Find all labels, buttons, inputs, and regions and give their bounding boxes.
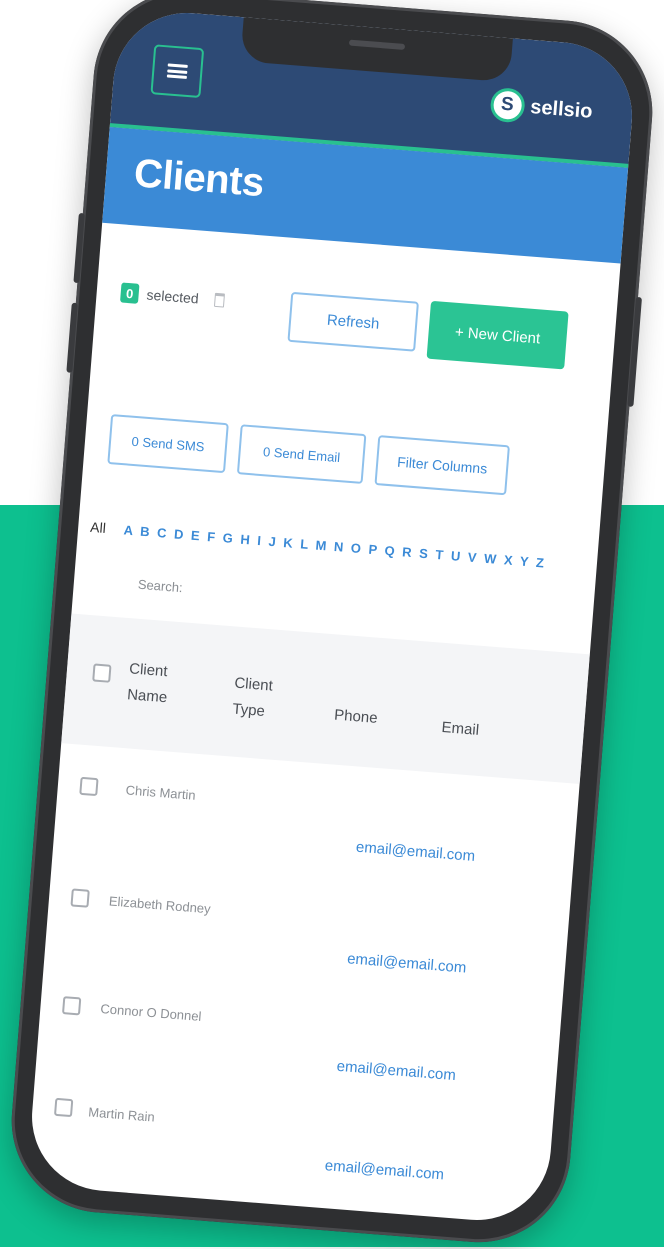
row-checkbox[interactable] [70, 888, 90, 908]
column-header-client-name[interactable]: Client Name [126, 656, 200, 713]
client-name-cell: Elizabeth Rodney [108, 893, 212, 917]
selected-label: selected [146, 286, 200, 307]
column-header-email[interactable]: Email [441, 715, 480, 744]
refresh-button[interactable]: Refresh [287, 291, 419, 352]
alphabet-letters[interactable]: A B C D E F G H I J K L M N O P Q R S T … [123, 522, 546, 570]
selection-indicator: 0 selected [119, 282, 226, 310]
send-sms-button[interactable]: 0 Send SMS [107, 414, 229, 474]
brand-name: sellsio [529, 95, 594, 123]
phone-screen: S sellsio Clients 0 selected Refresh + N… [26, 7, 638, 1226]
email-link[interactable]: email@email.com [347, 950, 467, 976]
alphabet-all-link[interactable]: All [90, 519, 107, 536]
trash-icon[interactable] [214, 292, 226, 308]
hamburger-icon [166, 63, 188, 79]
speaker-grille [348, 39, 406, 50]
selected-count-badge: 0 [119, 282, 140, 304]
select-all-checkbox[interactable] [92, 663, 112, 683]
filter-columns-button[interactable]: Filter Columns [374, 435, 510, 496]
sellsio-logo-icon: S [489, 86, 526, 124]
clients-content: 0 selected Refresh + New Client 0 Send S… [26, 223, 620, 1226]
row-checkbox[interactable] [53, 1097, 74, 1118]
search-label: Search: [137, 576, 184, 596]
phone-mockup: S sellsio Clients 0 selected Refresh + N… [4, 0, 660, 1249]
row-checkbox[interactable] [61, 996, 82, 1016]
alphabet-filter: All A B C D E F G H I J K L M N O P Q R … [90, 519, 547, 571]
email-link[interactable]: email@email.com [324, 1157, 444, 1183]
new-client-button[interactable]: + New Client [426, 300, 569, 370]
table-header: Client Name Client Type Phone Email [61, 613, 590, 784]
page-title: Clients [132, 151, 266, 206]
client-name-cell: Chris Martin [125, 782, 197, 803]
email-link[interactable]: email@email.com [355, 839, 475, 865]
row-checkbox[interactable] [79, 776, 99, 797]
client-name-cell: Connor O Donnel [99, 1001, 202, 1024]
column-header-phone[interactable]: Phone [333, 703, 379, 732]
brand: S sellsio [489, 86, 594, 129]
email-link[interactable]: email@email.com [336, 1058, 456, 1084]
send-email-button[interactable]: 0 Send Email [236, 424, 367, 484]
client-name-cell: Martin Rain [87, 1104, 156, 1125]
column-header-client-type[interactable]: Client Type [231, 671, 295, 728]
hamburger-menu-button[interactable] [150, 44, 205, 99]
